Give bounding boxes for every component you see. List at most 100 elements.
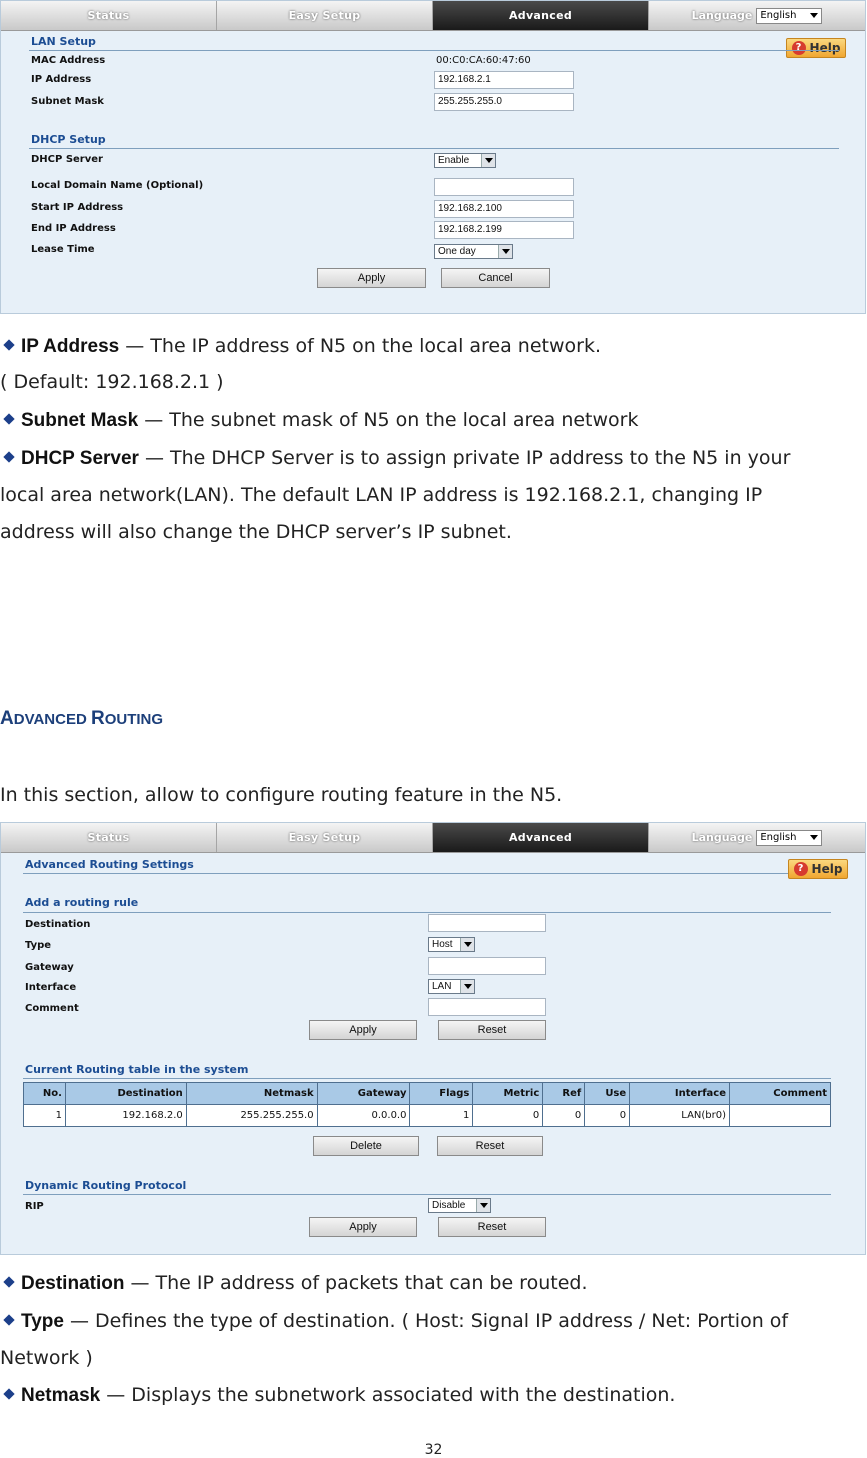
- comment-input[interactable]: [428, 998, 546, 1016]
- ip-address-input[interactable]: 192.168.2.1: [434, 71, 574, 89]
- help-button[interactable]: ? Help: [788, 859, 848, 879]
- column-header: Interface: [629, 1082, 731, 1105]
- start-ip-input[interactable]: 192.168.2.100: [434, 200, 574, 218]
- subnet-mask-text: — The subnet mask of N5 on the local are…: [138, 409, 639, 431]
- tab-easy-setup[interactable]: Easy Setup: [217, 1, 433, 30]
- lease-time-value: One day: [438, 246, 476, 257]
- table-cell: 0: [472, 1104, 544, 1127]
- mac-address-value: 00:C0:CA:60:47:60: [436, 55, 531, 66]
- column-header: Destination: [64, 1082, 187, 1105]
- diamond-bullet-icon: [3, 1388, 15, 1400]
- tab-easy-setup[interactable]: Easy Setup: [217, 823, 433, 852]
- section-divider: [29, 148, 839, 149]
- tab-status[interactable]: Status: [1, 1, 217, 30]
- rip-label: RIP: [25, 1201, 44, 1212]
- dhcp-description-line2: local area network(LAN). The default LAN…: [0, 484, 763, 506]
- help-button[interactable]: ? Help: [786, 38, 846, 58]
- section-divider: [23, 873, 831, 874]
- destination-description: Destination — The IP address of packets …: [0, 1272, 588, 1295]
- help-label: Help: [811, 862, 843, 876]
- apply-rip-button[interactable]: Apply: [309, 1217, 417, 1237]
- subnet-mask-term: Subnet Mask: [21, 410, 139, 431]
- table-cell: 255.255.255.0: [185, 1104, 318, 1127]
- type-value: Host: [432, 939, 453, 950]
- destination-input[interactable]: [428, 914, 546, 932]
- advanced-routing-screenshot: Status Easy Setup Advanced Language Engl…: [0, 822, 866, 1255]
- chevron-down-icon: [810, 834, 819, 840]
- netmask-text: — Displays the subnetwork associated wit…: [100, 1384, 676, 1406]
- start-ip-label: Start IP Address: [31, 202, 124, 213]
- page-number: 32: [424, 1442, 443, 1458]
- add-routing-rule-title: Add a routing rule: [25, 896, 139, 909]
- type-select[interactable]: Host: [428, 937, 475, 952]
- column-header: Ref: [542, 1082, 586, 1105]
- lease-time-select[interactable]: One day: [434, 244, 513, 259]
- dhcp-server-select[interactable]: Enable: [434, 153, 496, 168]
- netmask-description: Netmask — Displays the subnetwork associ…: [0, 1384, 675, 1407]
- chevron-down-icon: [481, 154, 495, 167]
- type-label: Type: [25, 940, 52, 951]
- end-ip-input[interactable]: 192.168.2.199: [434, 221, 574, 239]
- heading-cap-r: R: [90, 708, 105, 729]
- table-cell: 0.0.0.0: [316, 1104, 411, 1127]
- interface-select[interactable]: LAN: [428, 979, 475, 994]
- table-row[interactable]: 1 192.168.2.0 255.255.255.0 0.0.0.0 1 0 …: [23, 1104, 831, 1127]
- apply-button[interactable]: Apply: [317, 268, 426, 288]
- gateway-input[interactable]: [428, 957, 546, 975]
- table-cell: 192.168.2.0: [64, 1104, 187, 1127]
- chevron-down-icon: [498, 245, 512, 258]
- type-text: — Defines the type of destination. ( Hos…: [63, 1310, 789, 1332]
- lan-setup-title: LAN Setup: [31, 35, 96, 48]
- local-domain-label: Local Domain Name (Optional): [31, 180, 204, 191]
- tab-advanced[interactable]: Advanced: [433, 1, 649, 30]
- destination-term: Destination: [21, 1273, 125, 1294]
- dhcp-server-label: DHCP Server: [31, 154, 103, 165]
- column-header: Comment: [729, 1082, 831, 1105]
- reset-table-button[interactable]: Reset: [437, 1136, 543, 1156]
- routing-table: No. Destination Netmask Gateway Flags Me…: [23, 1082, 831, 1127]
- language-select[interactable]: English: [756, 829, 823, 846]
- table-cell: 0: [584, 1104, 631, 1127]
- table-cell: [729, 1104, 831, 1127]
- heading-rest-2: OUTING: [104, 711, 164, 728]
- question-icon: ?: [793, 862, 808, 876]
- chevron-down-icon: [810, 12, 819, 18]
- table-cell: 0: [542, 1104, 586, 1127]
- gateway-label: Gateway: [25, 962, 74, 973]
- dhcp-setup-title: DHCP Setup: [31, 133, 106, 146]
- type-description-line2: Network ): [0, 1347, 93, 1369]
- comment-label: Comment: [25, 1003, 79, 1014]
- netmask-term: Netmask: [21, 1385, 101, 1406]
- ip-address-text: — The IP address of N5 on the local area…: [119, 335, 602, 357]
- column-header: Netmask: [185, 1082, 318, 1105]
- language-area: Language English: [649, 823, 865, 852]
- dynamic-routing-title: Dynamic Routing Protocol: [25, 1179, 187, 1192]
- language-select[interactable]: English: [756, 7, 823, 24]
- delete-button[interactable]: Delete: [313, 1136, 419, 1156]
- column-header: Use: [584, 1082, 631, 1105]
- column-header: Gateway: [316, 1082, 411, 1105]
- language-label: Language: [691, 9, 753, 22]
- dhcp-server-description: DHCP Server — The DHCP Server is to assi…: [0, 447, 790, 470]
- section-divider: [23, 1078, 831, 1079]
- language-value: English: [760, 9, 797, 21]
- section-heading: ADVANCED ROUTING: [0, 708, 163, 730]
- tab-status[interactable]: Status: [1, 823, 217, 852]
- table-cell: LAN(br0): [629, 1104, 731, 1127]
- reset-rule-button[interactable]: Reset: [438, 1020, 546, 1040]
- language-value: English: [760, 831, 797, 843]
- help-label: Help: [809, 41, 841, 55]
- heading-rest-1: DVANCED: [13, 711, 91, 728]
- ip-default-line: ( Default: 192.168.2.1 ): [0, 371, 224, 393]
- subnet-mask-input[interactable]: 255.255.255.0: [434, 93, 574, 111]
- rip-select[interactable]: Disable: [428, 1198, 491, 1213]
- dhcp-server-value: Enable: [438, 155, 470, 166]
- local-domain-input[interactable]: [434, 178, 574, 196]
- cancel-button[interactable]: Cancel: [441, 268, 550, 288]
- reset-rip-button[interactable]: Reset: [438, 1217, 546, 1237]
- apply-rule-button[interactable]: Apply: [309, 1020, 417, 1040]
- tab-advanced[interactable]: Advanced: [433, 823, 649, 852]
- dhcp-server-text: — The DHCP Server is to assign private I…: [138, 447, 791, 469]
- column-header: No.: [23, 1082, 66, 1105]
- lease-time-label: Lease Time: [31, 244, 95, 255]
